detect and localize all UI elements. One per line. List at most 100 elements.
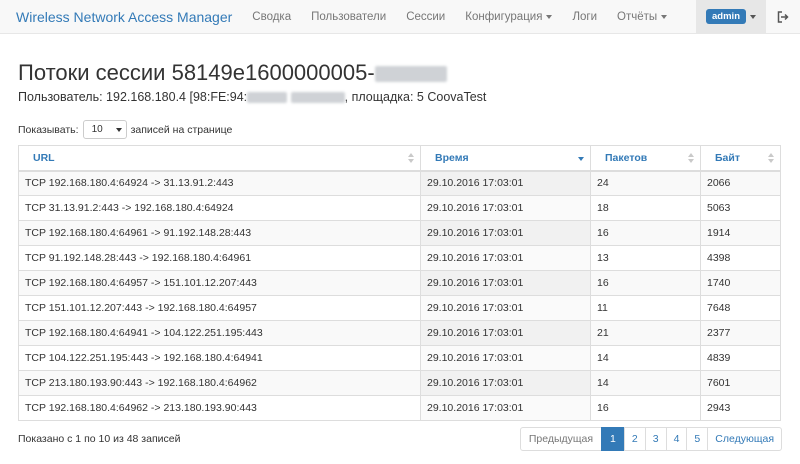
cell-time: 29.10.2016 17:03:01: [420, 195, 591, 221]
cell-packets: 16: [590, 270, 701, 296]
cell-bytes: 2066: [700, 170, 781, 196]
cell-time: 29.10.2016 17:03:01: [420, 320, 591, 346]
cell-packets: 16: [590, 220, 701, 246]
table-header-row: URL Время Пакетов Байт: [18, 145, 781, 172]
cell-bytes: 1914: [700, 220, 781, 246]
cell-url: TCP 192.168.180.4:64924 -> 31.13.91.2:44…: [18, 170, 421, 196]
sort-desc-icon: [578, 153, 584, 163]
subtitle-suffix: , площадка: 5 CoovaTest: [344, 90, 487, 104]
pagination-next-button[interactable]: Следующая: [707, 427, 782, 451]
redacted-hostname: [290, 92, 345, 104]
table-row: TCP 31.13.91.2:443 -> 192.168.180.4:6492…: [18, 195, 781, 221]
cell-bytes: 2943: [700, 395, 781, 421]
cell-url: TCP 192.168.180.4:64961 -> 91.192.148.28…: [18, 220, 421, 246]
cell-url: TCP 31.13.91.2:443 -> 192.168.180.4:6492…: [18, 195, 421, 221]
page-length-control: Показывать: 10 записей на странице: [18, 120, 782, 139]
caret-down-icon: [750, 14, 756, 19]
table-row: TCP 151.101.12.207:443 -> 192.168.180.4:…: [18, 295, 781, 321]
table-row: TCP 192.168.180.4:64961 -> 91.192.148.28…: [18, 220, 781, 246]
column-header-label: Время: [435, 151, 469, 164]
cell-time: 29.10.2016 17:03:01: [420, 295, 591, 321]
pagination-page-1[interactable]: 1: [601, 427, 625, 451]
cell-url: TCP 192.168.180.4:64957 -> 151.101.12.20…: [18, 270, 421, 296]
page-title-text: Потоки сессии 58149e1600000005-: [18, 60, 375, 85]
cell-bytes: 5063: [700, 195, 781, 221]
cell-packets: 13: [590, 245, 701, 271]
pagination-page-3[interactable]: 3: [644, 427, 667, 451]
main-content: Потоки сессии 58149e1600000005- Пользова…: [0, 60, 800, 451]
length-suffix: записей на странице: [130, 123, 233, 136]
column-header-label: Пакетов: [605, 151, 648, 164]
cell-packets: 21: [590, 320, 701, 346]
column-header-url[interactable]: URL: [18, 145, 421, 172]
pagination-prev-button[interactable]: Предыдущая: [519, 427, 603, 451]
subtitle-prefix: Пользователь: 192.168.180.4 [98:FE:94:: [18, 90, 248, 104]
column-header-packets[interactable]: Пакетов: [590, 145, 701, 172]
nav-logs[interactable]: Логи: [562, 0, 607, 33]
cell-packets: 16: [590, 395, 701, 421]
pagination-page-4[interactable]: 4: [665, 427, 688, 451]
brand-link[interactable]: Wireless Network Access Manager: [0, 9, 242, 25]
cell-url: TCP 104.122.251.195:443 -> 192.168.180.4…: [18, 345, 421, 371]
cell-time: 29.10.2016 17:03:01: [420, 245, 591, 271]
caret-down-icon: [661, 14, 668, 19]
nav-right: admin: [696, 0, 800, 33]
cell-packets: 11: [590, 295, 701, 321]
column-header-label: Байт: [715, 151, 740, 164]
cell-packets: 24: [590, 170, 701, 196]
pagination-page-5[interactable]: 5: [686, 427, 709, 451]
nav-users[interactable]: Пользователи: [301, 0, 396, 33]
length-prefix: Показывать:: [18, 123, 79, 136]
cell-packets: 14: [590, 370, 701, 396]
sign-out-icon: [777, 10, 789, 23]
column-header-label: URL: [33, 151, 55, 164]
cell-bytes: 7648: [700, 295, 781, 321]
table-body: TCP 192.168.180.4:64924 -> 31.13.91.2:44…: [18, 170, 781, 421]
page-length-value: 10: [91, 124, 103, 135]
redacted-session-id: [374, 66, 447, 83]
cell-bytes: 4839: [700, 345, 781, 371]
table-row: TCP 213.180.193.90:443 -> 192.168.180.4:…: [18, 370, 781, 396]
table-row: TCP 192.168.180.4:64957 -> 151.101.12.20…: [18, 270, 781, 296]
sort-icon: [768, 153, 774, 163]
user-menu[interactable]: admin: [696, 0, 766, 33]
cell-url: TCP 213.180.193.90:443 -> 192.168.180.4:…: [18, 370, 421, 396]
cell-time: 29.10.2016 17:03:01: [420, 220, 591, 246]
caret-down-icon: [546, 14, 553, 19]
nav-sessions[interactable]: Сессии: [396, 0, 455, 33]
cell-url: TCP 192.168.180.4:64941 -> 104.122.251.1…: [18, 320, 421, 346]
pagination-page-2[interactable]: 2: [623, 427, 646, 451]
cell-packets: 18: [590, 195, 701, 221]
cell-time: 29.10.2016 17:03:01: [420, 370, 591, 396]
caret-down-icon: [115, 127, 122, 132]
table-info: Показано с 1 по 10 из 48 записей: [18, 433, 181, 445]
cell-time: 29.10.2016 17:03:01: [420, 345, 591, 371]
cell-bytes: 4398: [700, 245, 781, 271]
table-row: TCP 104.122.251.195:443 -> 192.168.180.4…: [18, 345, 781, 371]
table-row: TCP 192.168.180.4:64962 -> 213.180.193.9…: [18, 395, 781, 421]
cell-url: TCP 192.168.180.4:64962 -> 213.180.193.9…: [18, 395, 421, 421]
nav-summary[interactable]: Сводка: [242, 0, 301, 33]
pagination: Предыдущая 1 2 3 4 5 Следующая: [519, 427, 782, 451]
nav-configuration-label: Конфигурация: [465, 10, 543, 23]
cell-time: 29.10.2016 17:03:01: [420, 170, 591, 196]
cell-packets: 14: [590, 345, 701, 371]
cell-bytes: 1740: [700, 270, 781, 296]
cell-bytes: 2377: [700, 320, 781, 346]
logout-button[interactable]: [766, 0, 800, 33]
page-title: Потоки сессии 58149e1600000005-: [18, 60, 782, 86]
cell-time: 29.10.2016 17:03:01: [420, 395, 591, 421]
nav-reports[interactable]: Отчёты: [607, 0, 677, 33]
flows-table: URL Время Пакетов Байт TCP 192.168.180.4…: [18, 145, 781, 421]
page-length-select[interactable]: 10: [82, 120, 127, 139]
sort-icon: [408, 153, 414, 163]
main-nav: Сводка Пользователи Сессии Конфигурация …: [242, 0, 677, 33]
column-header-bytes[interactable]: Байт: [700, 145, 781, 172]
top-navbar: Wireless Network Access Manager Сводка П…: [0, 0, 800, 34]
cell-url: TCP 91.192.148.28:443 -> 192.168.180.4:6…: [18, 245, 421, 271]
page-subtitle: Пользователь: 192.168.180.4 [98:FE:94: ,…: [18, 90, 782, 104]
cell-bytes: 7601: [700, 370, 781, 396]
column-header-time[interactable]: Время: [420, 145, 591, 172]
nav-reports-label: Отчёты: [617, 10, 658, 23]
nav-configuration[interactable]: Конфигурация: [455, 0, 562, 33]
